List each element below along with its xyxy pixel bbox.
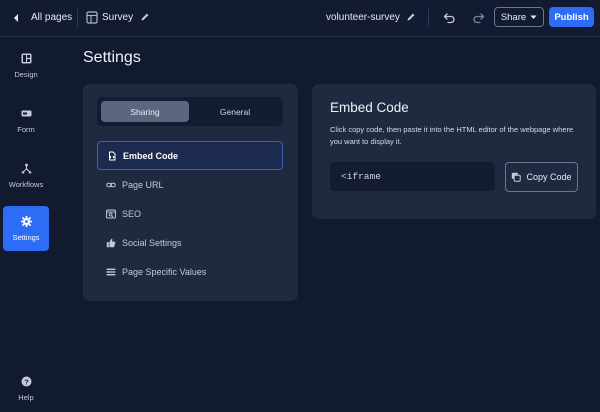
menu-item-label: Page URL: [122, 179, 164, 190]
menu-item-label: Embed Code: [123, 150, 179, 161]
embed-code-panel: Embed Code Click copy code, then paste i…: [312, 84, 596, 219]
sidebar-item-help[interactable]: ? Help: [3, 366, 49, 411]
gear-icon: [20, 215, 32, 227]
embed-description: Click copy code, then paste it into the …: [330, 125, 574, 146]
page-title: Settings: [83, 49, 141, 66]
menu-item-page-url[interactable]: Page URL: [97, 170, 283, 199]
sidebar-item-label: Design: [14, 69, 38, 79]
svg-text:?: ?: [24, 377, 29, 386]
thumbs-up-icon: [106, 238, 116, 247]
menu-item-label: SEO: [122, 208, 142, 219]
help-icon: ?: [21, 376, 31, 386]
sidebar-item-form[interactable]: Form: [3, 98, 49, 143]
left-sidebar: Design Form Workflows Settings ? Help: [0, 38, 52, 412]
divider: [77, 9, 78, 27]
workflow-icon: [21, 163, 31, 173]
embed-icon: [109, 151, 116, 160]
sidebar-item-label: Workflows: [8, 179, 44, 189]
tab-bar: Sharing General: [97, 97, 283, 126]
seo-icon: [106, 209, 116, 218]
undo-icon[interactable]: [443, 11, 456, 24]
sidebar-item-workflows[interactable]: Workflows: [3, 153, 49, 198]
publish-button[interactable]: Publish: [549, 7, 594, 27]
link-icon: [106, 182, 116, 187]
sidebar-item-design[interactable]: Design: [3, 43, 49, 88]
sidebar-item-label: Settings: [12, 232, 40, 242]
menu-item-seo[interactable]: SEO: [97, 199, 283, 228]
edit-page-name-icon[interactable]: [140, 12, 150, 22]
menu-item-embed-code[interactable]: Embed Code: [97, 141, 283, 170]
list-icon: [106, 268, 116, 275]
menu-item-label: Social Settings: [122, 237, 182, 248]
form-icon: [21, 110, 31, 116]
copy-code-label: Copy Code: [526, 172, 572, 182]
embed-code-field[interactable]: <iframe: [330, 162, 495, 191]
share-label: Share: [500, 11, 527, 23]
page-icon: [86, 11, 98, 24]
embed-title: Embed Code: [330, 100, 409, 115]
page-name[interactable]: Survey: [102, 12, 133, 23]
copy-icon: [512, 172, 522, 182]
menu-item-social-settings[interactable]: Social Settings: [97, 228, 283, 257]
page-slug[interactable]: volunteer-survey: [326, 12, 400, 23]
sidebar-item-settings[interactable]: Settings: [3, 206, 49, 251]
menu-item-label: Page Specific Values: [122, 266, 207, 277]
layout-icon: [21, 53, 31, 63]
help-label: Help: [18, 392, 34, 402]
tab-sharing[interactable]: Sharing: [101, 101, 189, 122]
redo-icon[interactable]: [472, 11, 485, 24]
copy-code-button[interactable]: Copy Code: [505, 162, 578, 192]
chevron-down-icon: [530, 15, 537, 19]
share-button[interactable]: Share: [494, 7, 544, 27]
tab-general[interactable]: General: [191, 101, 279, 122]
edit-slug-icon[interactable]: [406, 12, 416, 22]
settings-menu-panel: Sharing General Embed Code Page URL SEO …: [83, 84, 298, 301]
all-pages-link[interactable]: All pages: [31, 12, 72, 23]
menu-item-page-specific-values[interactable]: Page Specific Values: [97, 257, 283, 286]
divider: [428, 9, 429, 27]
sidebar-item-label: Form: [17, 124, 35, 134]
back-arrow-icon[interactable]: [10, 11, 22, 25]
top-bar: All pages Survey volunteer-survey Share …: [0, 0, 600, 37]
